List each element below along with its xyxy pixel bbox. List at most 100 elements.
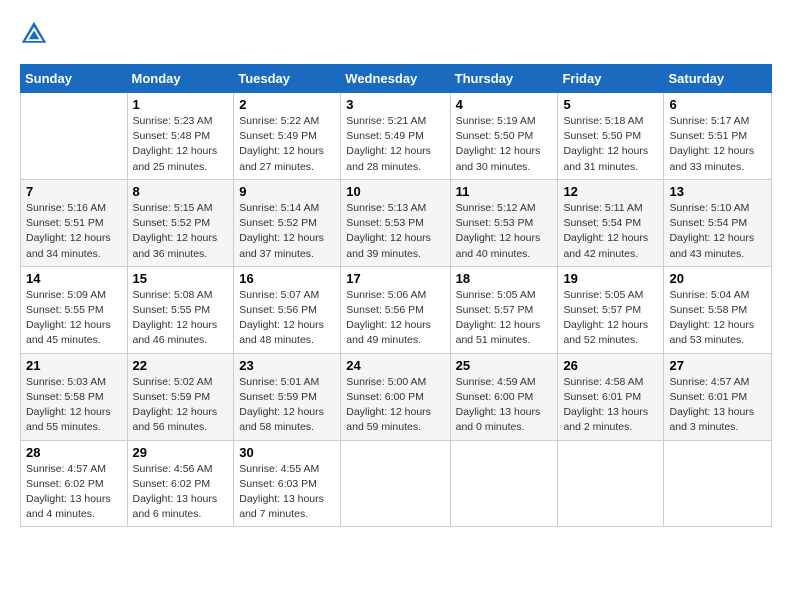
day-number: 19 (563, 271, 658, 286)
day-info: Sunrise: 5:22 AMSunset: 5:49 PMDaylight:… (239, 114, 335, 175)
calendar-cell: 19 Sunrise: 5:05 AMSunset: 5:57 PMDayligh… (558, 266, 664, 353)
calendar-table: SundayMondayTuesdayWednesdayThursdayFrid… (20, 64, 772, 527)
calendar-cell (450, 440, 558, 527)
day-info: Sunrise: 5:02 AMSunset: 5:59 PMDaylight:… (133, 375, 229, 436)
calendar-cell: 22 Sunrise: 5:02 AMSunset: 5:59 PMDayligh… (127, 353, 234, 440)
calendar-cell: 3 Sunrise: 5:21 AMSunset: 5:49 PMDaylight… (341, 93, 450, 180)
calendar-cell: 11 Sunrise: 5:12 AMSunset: 5:53 PMDayligh… (450, 179, 558, 266)
day-number: 24 (346, 358, 444, 373)
calendar-cell: 25 Sunrise: 4:59 AMSunset: 6:00 PMDayligh… (450, 353, 558, 440)
logo-icon (20, 20, 48, 48)
day-info: Sunrise: 4:56 AMSunset: 6:02 PMDaylight:… (133, 462, 229, 523)
calendar-cell: 12 Sunrise: 5:11 AMSunset: 5:54 PMDayligh… (558, 179, 664, 266)
day-info: Sunrise: 5:06 AMSunset: 5:56 PMDaylight:… (346, 288, 444, 349)
day-info: Sunrise: 5:21 AMSunset: 5:49 PMDaylight:… (346, 114, 444, 175)
calendar-cell: 17 Sunrise: 5:06 AMSunset: 5:56 PMDayligh… (341, 266, 450, 353)
day-number: 18 (456, 271, 553, 286)
calendar-cell: 7 Sunrise: 5:16 AMSunset: 5:51 PMDaylight… (21, 179, 128, 266)
day-number: 3 (346, 97, 444, 112)
calendar-cell: 4Sunrise: 5:19 AMSunset: 5:50 PMDaylight… (450, 93, 558, 180)
day-number: 20 (669, 271, 766, 286)
calendar-cell: 2 Sunrise: 5:22 AMSunset: 5:49 PMDaylight… (234, 93, 341, 180)
calendar-cell: 13Sunrise: 5:10 AMSunset: 5:54 PMDayligh… (664, 179, 772, 266)
day-info: Sunrise: 5:14 AMSunset: 5:52 PMDaylight:… (239, 201, 335, 262)
day-info: Sunrise: 5:08 AMSunset: 5:55 PMDaylight:… (133, 288, 229, 349)
week-row-4: 21 Sunrise: 5:03 AMSunset: 5:58 PMDayligh… (21, 353, 772, 440)
day-number: 1 (133, 97, 229, 112)
calendar-cell (558, 440, 664, 527)
calendar-header-row: SundayMondayTuesdayWednesdayThursdayFrid… (21, 65, 772, 93)
calendar-cell: 28 Sunrise: 4:57 AMSunset: 6:02 PMDayligh… (21, 440, 128, 527)
day-number: 22 (133, 358, 229, 373)
day-info: Sunrise: 5:18 AMSunset: 5:50 PMDaylight:… (563, 114, 658, 175)
week-row-2: 7 Sunrise: 5:16 AMSunset: 5:51 PMDaylight… (21, 179, 772, 266)
calendar-cell: 15 Sunrise: 5:08 AMSunset: 5:55 PMDayligh… (127, 266, 234, 353)
header-day-saturday: Saturday (664, 65, 772, 93)
calendar-cell: 16 Sunrise: 5:07 AMSunset: 5:56 PMDayligh… (234, 266, 341, 353)
day-info: Sunrise: 4:57 AMSunset: 6:02 PMDaylight:… (26, 462, 122, 523)
day-number: 29 (133, 445, 229, 460)
calendar-cell: 30Sunrise: 4:55 AMSunset: 6:03 PMDayligh… (234, 440, 341, 527)
calendar-cell (341, 440, 450, 527)
day-number: 21 (26, 358, 122, 373)
day-info: Sunrise: 5:01 AMSunset: 5:59 PMDaylight:… (239, 375, 335, 436)
day-number: 26 (563, 358, 658, 373)
header-day-thursday: Thursday (450, 65, 558, 93)
day-number: 7 (26, 184, 122, 199)
calendar-cell: 26 Sunrise: 4:58 AMSunset: 6:01 PMDayligh… (558, 353, 664, 440)
calendar-cell: 14 Sunrise: 5:09 AMSunset: 5:55 PMDayligh… (21, 266, 128, 353)
calendar-cell: 27 Sunrise: 4:57 AMSunset: 6:01 PMDayligh… (664, 353, 772, 440)
day-info: Sunrise: 5:04 AMSunset: 5:58 PMDaylight:… (669, 288, 766, 349)
day-info: Sunrise: 5:05 AMSunset: 5:57 PMDaylight:… (456, 288, 553, 349)
week-row-1: 1 Sunrise: 5:23 AMSunset: 5:48 PMDaylight… (21, 93, 772, 180)
logo (20, 20, 52, 48)
calendar-cell: 10 Sunrise: 5:13 AMSunset: 5:53 PMDayligh… (341, 179, 450, 266)
day-info: Sunrise: 4:59 AMSunset: 6:00 PMDaylight:… (456, 375, 553, 436)
day-info: Sunrise: 5:09 AMSunset: 5:55 PMDaylight:… (26, 288, 122, 349)
day-number: 5 (563, 97, 658, 112)
day-number: 6 (669, 97, 766, 112)
day-number: 9 (239, 184, 335, 199)
week-row-3: 14 Sunrise: 5:09 AMSunset: 5:55 PMDayligh… (21, 266, 772, 353)
calendar-cell: 21 Sunrise: 5:03 AMSunset: 5:58 PMDayligh… (21, 353, 128, 440)
day-number: 17 (346, 271, 444, 286)
calendar-cell: 9 Sunrise: 5:14 AMSunset: 5:52 PMDaylight… (234, 179, 341, 266)
day-number: 25 (456, 358, 553, 373)
calendar-cell: 8 Sunrise: 5:15 AMSunset: 5:52 PMDaylight… (127, 179, 234, 266)
day-number: 28 (26, 445, 122, 460)
day-info: Sunrise: 5:15 AMSunset: 5:52 PMDaylight:… (133, 201, 229, 262)
day-number: 27 (669, 358, 766, 373)
day-info: Sunrise: 5:03 AMSunset: 5:58 PMDaylight:… (26, 375, 122, 436)
day-number: 14 (26, 271, 122, 286)
day-number: 2 (239, 97, 335, 112)
day-info: Sunrise: 5:05 AMSunset: 5:57 PMDaylight:… (563, 288, 658, 349)
day-info: Sunrise: 5:13 AMSunset: 5:53 PMDaylight:… (346, 201, 444, 262)
day-info: Sunrise: 5:17 AMSunset: 5:51 PMDaylight:… (669, 114, 766, 175)
calendar-cell: 29 Sunrise: 4:56 AMSunset: 6:02 PMDayligh… (127, 440, 234, 527)
calendar-cell: 1 Sunrise: 5:23 AMSunset: 5:48 PMDaylight… (127, 93, 234, 180)
day-number: 11 (456, 184, 553, 199)
page-header (20, 20, 772, 48)
header-day-wednesday: Wednesday (341, 65, 450, 93)
day-info: Sunrise: 5:12 AMSunset: 5:53 PMDaylight:… (456, 201, 553, 262)
day-number: 15 (133, 271, 229, 286)
day-info: Sunrise: 4:57 AMSunset: 6:01 PMDaylight:… (669, 375, 766, 436)
day-info: Sunrise: 5:11 AMSunset: 5:54 PMDaylight:… (563, 201, 658, 262)
day-number: 12 (563, 184, 658, 199)
day-number: 10 (346, 184, 444, 199)
day-info: Sunrise: 5:19 AMSunset: 5:50 PMDaylight:… (456, 114, 553, 175)
calendar-cell: 20 Sunrise: 5:04 AMSunset: 5:58 PMDayligh… (664, 266, 772, 353)
day-number: 8 (133, 184, 229, 199)
header-day-monday: Monday (127, 65, 234, 93)
day-info: Sunrise: 5:00 AMSunset: 6:00 PMDaylight:… (346, 375, 444, 436)
calendar-cell: 5 Sunrise: 5:18 AMSunset: 5:50 PMDaylight… (558, 93, 664, 180)
calendar-cell: 24 Sunrise: 5:00 AMSunset: 6:00 PMDayligh… (341, 353, 450, 440)
calendar-cell: 6 Sunrise: 5:17 AMSunset: 5:51 PMDaylight… (664, 93, 772, 180)
day-info: Sunrise: 5:23 AMSunset: 5:48 PMDaylight:… (133, 114, 229, 175)
day-info: Sunrise: 5:07 AMSunset: 5:56 PMDaylight:… (239, 288, 335, 349)
day-number: 16 (239, 271, 335, 286)
day-info: Sunrise: 5:10 AMSunset: 5:54 PMDaylight:… (669, 201, 766, 262)
day-info: Sunrise: 4:55 AMSunset: 6:03 PMDaylight:… (239, 462, 335, 523)
day-info: Sunrise: 4:58 AMSunset: 6:01 PMDaylight:… (563, 375, 658, 436)
day-info: Sunrise: 5:16 AMSunset: 5:51 PMDaylight:… (26, 201, 122, 262)
